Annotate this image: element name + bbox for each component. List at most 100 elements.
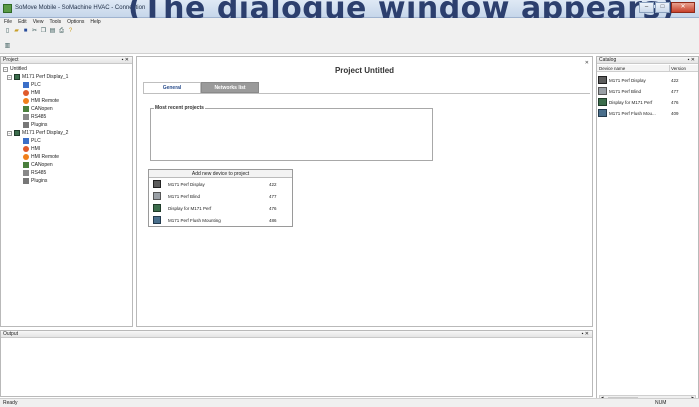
- help-icon[interactable]: ?: [67, 28, 74, 35]
- tree-item-plugins[interactable]: Plugins: [3, 177, 130, 185]
- status-bar: Ready NUM: [0, 398, 699, 407]
- collapse-icon[interactable]: −: [3, 66, 8, 72]
- tree-item-plugins[interactable]: Plugins: [3, 121, 130, 129]
- tree-item-canopen[interactable]: CANopen: [3, 105, 130, 113]
- plugins-icon: [23, 122, 29, 128]
- menu-file[interactable]: File: [4, 18, 12, 27]
- tree-item-label: PLC: [31, 138, 41, 144]
- tree-item-hmi-remote[interactable]: HMI Remote: [3, 97, 130, 105]
- menu-view[interactable]: View: [33, 18, 44, 27]
- project-panel-header: Project ▪ ✕: [1, 57, 132, 64]
- tree-item-hmi[interactable]: HMI: [3, 89, 130, 97]
- panel-pin-icon[interactable]: ▪ ✕: [582, 331, 589, 338]
- tree-item-rs485[interactable]: RS485: [3, 113, 130, 121]
- tree-item-canopen[interactable]: CANopen: [3, 161, 130, 169]
- tab-general[interactable]: General: [143, 82, 201, 93]
- tree-item-label: Plugins: [31, 178, 48, 184]
- project-panel: Project ▪ ✕ − Untitled − M171 Perf Displ…: [0, 56, 133, 327]
- tree-item-rs485[interactable]: RS485: [3, 169, 130, 177]
- recent-projects-label: Most recent projects: [154, 105, 205, 111]
- menu-help[interactable]: Help: [90, 18, 100, 27]
- tree-device-label: M171 Perf Display_1: [22, 74, 69, 80]
- menu-edit[interactable]: Edit: [18, 18, 27, 27]
- rs485-icon: [23, 114, 29, 120]
- catalog-device-version: 477: [671, 89, 679, 94]
- device-display-icon: [153, 180, 161, 188]
- device-name: M171 Perf Blind: [168, 194, 201, 199]
- status-text: Ready: [3, 400, 18, 406]
- device-name: M171 Perf Display: [168, 182, 205, 187]
- tree-device-2[interactable]: − M171 Perf Display_2: [3, 129, 130, 137]
- catalog-device-name: Display for M171 Perf: [609, 100, 653, 105]
- device-display-panel-icon: [598, 98, 607, 106]
- list-item[interactable]: M171 Perf Display 422: [149, 178, 292, 190]
- maximize-button[interactable]: □: [655, 2, 670, 13]
- tree-device-1[interactable]: − M171 Perf Display_1: [3, 73, 130, 81]
- print-icon[interactable]: ⎙: [58, 28, 65, 35]
- minimize-button[interactable]: –: [639, 2, 654, 13]
- device-icon: [14, 130, 20, 136]
- new-icon[interactable]: ▯: [4, 28, 11, 35]
- device-version: 476: [269, 206, 277, 211]
- hmi-remote-icon: [23, 154, 29, 160]
- device-icon[interactable]: ▥: [4, 43, 11, 50]
- tree-item-label: PLC: [31, 82, 41, 88]
- output-panel-title: Output: [3, 331, 19, 337]
- tree-item-label: RS485: [31, 170, 47, 176]
- open-icon[interactable]: ▰: [13, 28, 20, 35]
- menu-options[interactable]: Options: [67, 18, 84, 27]
- catalog-column-headers: Device name Version: [597, 65, 698, 72]
- window-title: SoMove Mobile - SoMachine HVAC - Connect…: [15, 5, 146, 11]
- device-version: 477: [269, 194, 277, 199]
- list-item[interactable]: M171 Perf Blind 477: [149, 190, 292, 202]
- list-item[interactable]: M171 Perf Flush Mounting 486: [149, 214, 292, 226]
- paste-icon[interactable]: ▤: [49, 28, 56, 35]
- tree-item-label: CANopen: [31, 106, 53, 112]
- canopen-icon: [23, 106, 29, 112]
- panel-pin-icon[interactable]: ▪ ✕: [688, 57, 695, 64]
- panel-pin-icon[interactable]: ▪ ✕: [122, 57, 129, 64]
- output-panel: Output ▪ ✕: [0, 330, 593, 397]
- keyboard-mode-indicator: NUM: [655, 400, 667, 406]
- column-device-name[interactable]: Device name: [599, 65, 625, 72]
- tab-networks-list[interactable]: Networks list: [201, 82, 259, 93]
- tree-item-label: HMI: [31, 90, 41, 96]
- save-icon[interactable]: ■: [22, 28, 29, 35]
- device-icon: [14, 74, 20, 80]
- collapse-icon[interactable]: −: [7, 74, 12, 80]
- device-version: 486: [269, 218, 277, 223]
- column-version[interactable]: Version: [669, 65, 686, 72]
- tree-item-label: Plugins: [31, 122, 48, 128]
- project-panel-title: Project: [3, 57, 19, 63]
- tree-item-label: CANopen: [31, 162, 53, 168]
- device-blind-icon: [598, 87, 607, 95]
- page-title: Project Untitled: [334, 66, 395, 75]
- close-button[interactable]: ✕: [671, 2, 695, 13]
- tree-root-label: Untitled: [10, 66, 27, 72]
- catalog-device-version: 476: [671, 100, 679, 105]
- tree-root[interactable]: − Untitled: [3, 65, 130, 73]
- catalog-panel: Catalog ▪ ✕ Device name Version M171 Per…: [596, 56, 699, 407]
- tree-item-label: RS485: [31, 114, 47, 120]
- cut-icon[interactable]: ✂: [31, 28, 38, 35]
- canopen-icon: [23, 162, 29, 168]
- table-row[interactable]: M171 Perf Flush Mou... 409: [597, 108, 698, 118]
- catalog-device-version: 409: [671, 111, 679, 116]
- tree-item-plc[interactable]: PLC: [3, 137, 130, 145]
- copy-icon[interactable]: ❐: [40, 28, 47, 35]
- window-controls: – □ ✕: [639, 2, 695, 13]
- table-row[interactable]: M171 Perf Display 422: [597, 75, 698, 85]
- hmi-remote-icon: [23, 98, 29, 104]
- collapse-icon[interactable]: −: [7, 130, 12, 136]
- device-version: 422: [269, 182, 277, 187]
- plc-icon: [23, 138, 29, 144]
- list-item[interactable]: Display for M171 Perf 476: [149, 202, 292, 214]
- add-device-table: Add new device to project M171 Perf Disp…: [148, 169, 293, 227]
- tree-item-hmi[interactable]: HMI: [3, 145, 130, 153]
- table-row[interactable]: Display for M171 Perf 476: [597, 97, 698, 107]
- catalog-device-name: M171 Perf Flush Mou...: [609, 111, 656, 116]
- table-row[interactable]: M171 Perf Blind 477: [597, 86, 698, 96]
- tree-item-hmi-remote[interactable]: HMI Remote: [3, 153, 130, 161]
- tree-item-plc[interactable]: PLC: [3, 81, 130, 89]
- menu-tools[interactable]: Tools: [49, 18, 61, 27]
